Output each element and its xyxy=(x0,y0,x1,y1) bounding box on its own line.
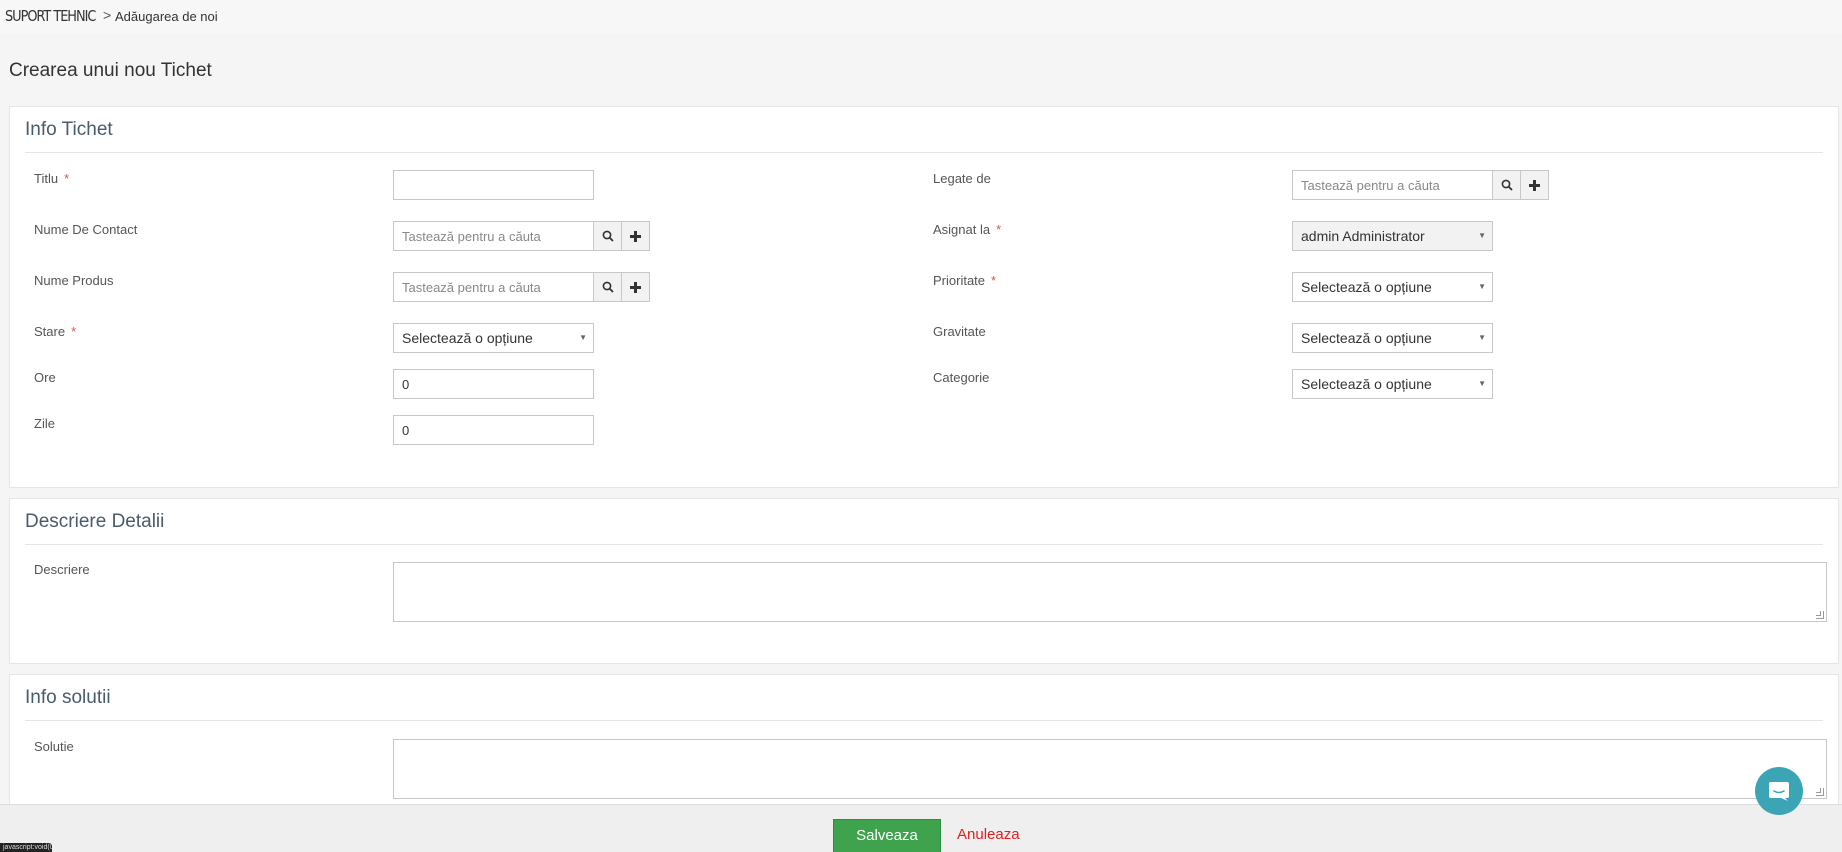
caret-down-icon: ▼ xyxy=(1478,231,1486,240)
categorie-label: Categorie xyxy=(933,370,990,385)
stare-select-value: Selectează o opțiune xyxy=(402,330,533,346)
nume-contact-add-button[interactable] xyxy=(621,221,650,251)
prioritate-select-value: Selectează o opțiune xyxy=(1301,279,1432,295)
panel-descriere-detalii: Descriere Detalii Descriere xyxy=(9,498,1839,664)
ore-label: Ore xyxy=(34,370,56,385)
nume-contact-field xyxy=(393,221,650,251)
categorie-select-value: Selectează o opțiune xyxy=(1301,376,1432,392)
zile-input[interactable] xyxy=(393,415,594,445)
divider xyxy=(25,152,1823,153)
plus-icon xyxy=(1529,179,1540,191)
required-marker: * xyxy=(991,273,997,288)
caret-down-icon: ▼ xyxy=(1478,333,1486,342)
breadcrumb: SUPORT TEHNIC > Adăugarea de noi xyxy=(0,0,1842,34)
titlu-input[interactable] xyxy=(393,170,594,200)
nume-produs-search-button[interactable] xyxy=(593,272,622,302)
breadcrumb-current: Adăugarea de noi xyxy=(115,9,218,24)
breadcrumb-module-link[interactable]: SUPORT TEHNIC xyxy=(5,7,96,25)
nume-contact-search-input[interactable] xyxy=(393,221,594,251)
solutie-label: Solutie xyxy=(34,739,74,754)
prioritate-select[interactable]: Selectează o opțiune ▼ xyxy=(1292,272,1493,302)
nume-produs-search-input[interactable] xyxy=(393,272,594,302)
status-url-tooltip: javascript:void(0) xyxy=(0,843,52,852)
legate-de-add-button[interactable] xyxy=(1520,170,1549,200)
required-marker: * xyxy=(996,222,1002,237)
search-icon xyxy=(602,281,614,293)
caret-down-icon: ▼ xyxy=(579,333,587,342)
caret-down-icon: ▼ xyxy=(1478,282,1486,291)
cancel-link[interactable]: Anuleaza xyxy=(957,826,1020,843)
chat-icon xyxy=(1769,782,1789,801)
action-bar: Salveaza Anuleaza xyxy=(0,804,1842,852)
legate-de-search-button[interactable] xyxy=(1492,170,1521,200)
gravitate-label: Gravitate xyxy=(933,324,986,339)
divider xyxy=(25,544,1823,545)
page-title: Crearea unui nou Tichet xyxy=(9,60,212,81)
nume-produs-label: Nume Produs xyxy=(34,273,114,288)
solutie-textarea[interactable] xyxy=(393,739,1827,799)
legate-de-search-input[interactable] xyxy=(1292,170,1493,200)
nume-contact-label: Nume De Contact xyxy=(34,222,138,237)
nume-produs-add-button[interactable] xyxy=(621,272,650,302)
legate-de-field xyxy=(1292,170,1549,200)
legate-de-label: Legate de xyxy=(933,171,991,186)
chat-launcher-button[interactable] xyxy=(1755,767,1803,815)
asignat-la-label: Asignat la * xyxy=(933,222,1002,237)
titlu-label: Titlu * xyxy=(34,171,70,186)
divider xyxy=(25,720,1823,721)
nume-produs-field xyxy=(393,272,650,302)
zile-label: Zile xyxy=(34,416,55,431)
panel-info-tichet: Info Tichet Titlu* Nume De Contact Nume … xyxy=(9,106,1839,488)
search-icon xyxy=(602,230,614,242)
breadcrumb-separator: > xyxy=(103,7,112,23)
plus-icon xyxy=(630,230,641,242)
panel-info-solutii: Info solutii Solutie xyxy=(9,674,1839,814)
descriere-textarea[interactable] xyxy=(393,562,1827,622)
required-marker: * xyxy=(71,324,77,339)
prioritate-label: Prioritate * xyxy=(933,273,997,288)
save-button[interactable]: Salveaza xyxy=(833,819,941,852)
search-icon xyxy=(1501,179,1513,191)
gravitate-select[interactable]: Selectează o opțiune ▼ xyxy=(1292,323,1493,353)
panel-title: Descriere Detalii xyxy=(25,511,165,532)
asignat-la-select[interactable]: admin Administrator ▼ xyxy=(1292,221,1493,251)
stare-label: Stare * xyxy=(34,324,77,339)
stare-select[interactable]: Selectează o opțiune ▼ xyxy=(393,323,594,353)
caret-down-icon: ▼ xyxy=(1478,379,1486,388)
asignat-la-select-value: admin Administrator xyxy=(1301,228,1425,244)
categorie-select[interactable]: Selectează o opțiune ▼ xyxy=(1292,369,1493,399)
descriere-label: Descriere xyxy=(34,562,90,577)
nume-contact-search-button[interactable] xyxy=(593,221,622,251)
required-marker: * xyxy=(64,171,70,186)
resize-handle[interactable] xyxy=(1816,611,1824,619)
panel-title: Info Tichet xyxy=(25,119,113,140)
panel-title: Info solutii xyxy=(25,687,111,708)
resize-handle[interactable] xyxy=(1816,788,1824,796)
gravitate-select-value: Selectează o opțiune xyxy=(1301,330,1432,346)
ore-input[interactable] xyxy=(393,369,594,399)
plus-icon xyxy=(630,281,641,293)
